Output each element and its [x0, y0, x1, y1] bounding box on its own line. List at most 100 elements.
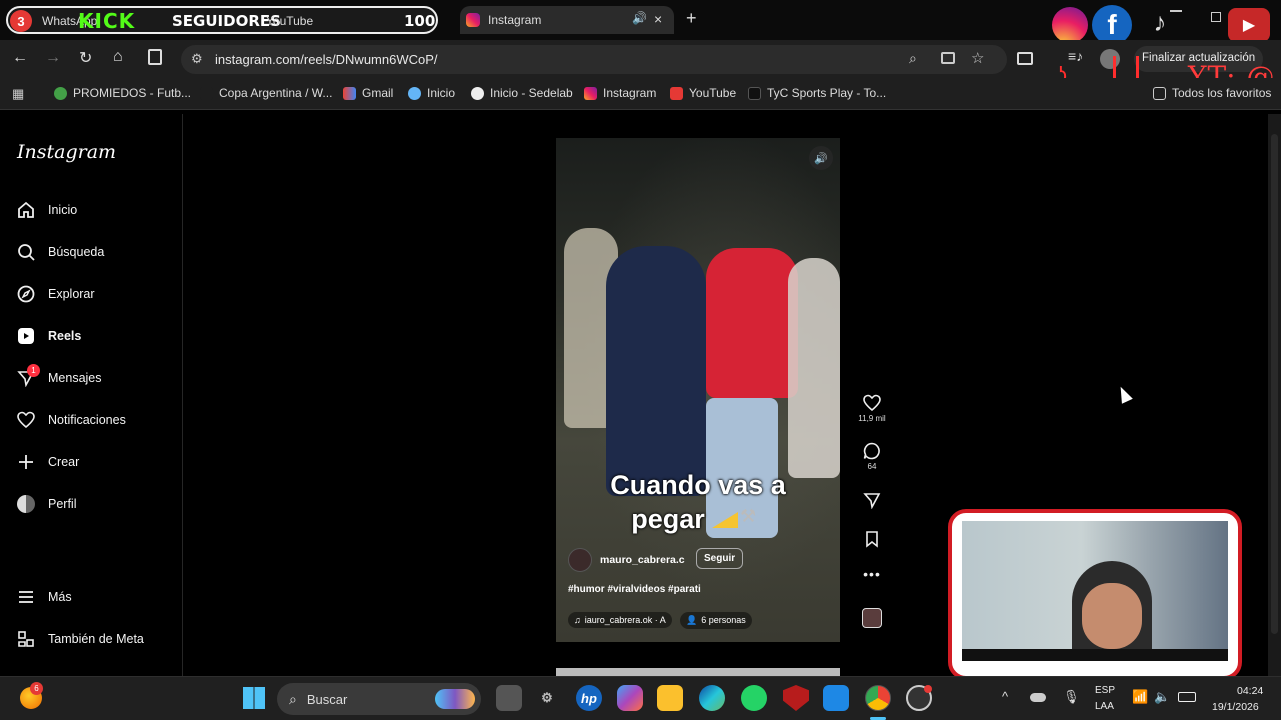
nav-perfil[interactable]: Perfil	[16, 494, 76, 514]
hp-icon[interactable]: hp	[576, 685, 602, 711]
bookmark-youtube[interactable]: YouTube	[670, 86, 736, 100]
bookmark-gmail[interactable]: Gmail	[343, 86, 393, 100]
reload-icon[interactable]: ↻	[79, 48, 92, 68]
chrome-icon[interactable]	[865, 685, 891, 711]
copa-icon	[200, 86, 213, 100]
mute-button[interactable]: 🔊	[809, 146, 833, 170]
taskbar-search[interactable]: ⌕ Buscar	[277, 683, 481, 715]
back-icon[interactable]: ←	[12, 49, 28, 67]
store-icon[interactable]	[823, 685, 849, 711]
nav-meta[interactable]: También de Meta	[16, 629, 144, 649]
youtube-overlay-icon: ▶	[1228, 8, 1270, 42]
task-view-icon[interactable]	[496, 685, 522, 711]
nav-crear[interactable]: Crear	[16, 452, 79, 472]
wifi-icon[interactable]: 📶	[1132, 689, 1148, 705]
plus-icon	[16, 452, 36, 472]
star-icon[interactable]: ☆	[971, 49, 984, 67]
onedrive-icon[interactable]	[1030, 693, 1046, 702]
speaker-icon[interactable]: 🔊	[632, 11, 647, 25]
tab-whatsapp[interactable]: 3 WhatsApp KICK SEGUIDORES YouTube 100	[6, 6, 438, 34]
share-icon[interactable]	[148, 49, 162, 65]
copilot-icon[interactable]	[617, 685, 643, 711]
install-icon[interactable]	[941, 52, 955, 64]
follow-button[interactable]: Seguir	[696, 548, 744, 569]
lang-secondary[interactable]: LAA	[1095, 701, 1114, 712]
share-action[interactable]	[860, 491, 884, 511]
instagram-logo[interactable]: Instagram	[17, 141, 116, 163]
tray-expand-icon[interactable]: ^	[1002, 689, 1008, 704]
people-chip[interactable]: 👤 6 personas	[680, 612, 752, 629]
reel-hashtags[interactable]: #humor #viralvideos #parati	[568, 584, 701, 595]
edge-icon[interactable]	[699, 685, 725, 711]
audio-chip[interactable]: ♫ iauro_cabrera.ok · A	[568, 612, 672, 628]
nav-notificaciones[interactable]: Notificaciones	[16, 410, 126, 430]
close-icon[interactable]: ×	[654, 11, 662, 27]
like-action[interactable]: 11,9 mil	[858, 394, 886, 423]
seguidores-label: SEGUIDORES	[172, 12, 281, 30]
recording-dot	[924, 685, 932, 693]
tab-instagram[interactable]: Instagram 🔊 ×	[460, 6, 674, 34]
whatsapp-icon[interactable]	[741, 685, 767, 711]
antivirus-icon[interactable]	[783, 685, 809, 711]
nav-busqueda[interactable]: Búsqueda	[16, 242, 104, 262]
reel-video[interactable]: 🔊 Cuando vas a pegar ⚒ mauro_cabrera.c S…	[556, 138, 840, 642]
home-icon[interactable]: ⌂	[113, 48, 123, 66]
mouse-cursor-icon	[1115, 384, 1133, 404]
reel-caption-line2: pegar	[631, 504, 705, 534]
save-action[interactable]	[860, 530, 884, 550]
zoom-icon[interactable]: ⌕	[909, 50, 917, 67]
profile-avatar[interactable]	[1100, 49, 1120, 69]
nav-reels[interactable]: Reels	[16, 326, 81, 346]
nav-inicio[interactable]: Inicio	[16, 200, 77, 220]
gmail-icon	[343, 86, 356, 100]
nav-mensajes[interactable]: 1 Mensajes	[16, 364, 102, 388]
author-username[interactable]: mauro_cabrera.c	[600, 554, 685, 566]
messenger-icon: 1	[16, 364, 40, 388]
media-icon[interactable]: ≡♪	[1068, 48, 1083, 64]
nav-mas[interactable]: Más	[16, 587, 72, 607]
page-scrollbar[interactable]	[1268, 114, 1281, 676]
windows-start-icon[interactable]	[243, 687, 265, 709]
scroll-thumb[interactable]	[1271, 134, 1278, 634]
new-tab-button[interactable]: +	[686, 8, 697, 29]
audio-thumbnail[interactable]	[860, 608, 884, 630]
bookmark-sedelab[interactable]: Inicio - Sedelab	[471, 86, 573, 100]
minimize-icon[interactable]	[1170, 10, 1182, 12]
author-avatar[interactable]	[568, 548, 592, 572]
microphone-icon[interactable]: 🎙	[1063, 689, 1080, 705]
clock-time[interactable]: 04:24	[1237, 685, 1263, 697]
promiedos-icon	[54, 86, 67, 100]
app-icon[interactable]: ⚙	[534, 685, 560, 711]
address-text[interactable]: instagram.com/reels/DNwumn6WCoP/	[215, 52, 438, 67]
bookmark-tyc[interactable]: TyC Sports Play - To...	[748, 86, 886, 100]
send-icon	[863, 493, 881, 510]
reel-caption-line1: Cuando vas a	[610, 470, 786, 500]
bookmarks-folder[interactable]: Todos los favoritos	[1153, 86, 1271, 100]
more-action[interactable]: •••	[860, 566, 884, 582]
battery-icon[interactable]	[1178, 692, 1196, 702]
site-info-icon[interactable]: ⚙	[191, 51, 203, 67]
bookmark-inicio[interactable]: Inicio	[408, 86, 455, 100]
browser-toolbar: ← → ↻ ⌂ ⚙ instagram.com/reels/DNwumn6WCo…	[0, 40, 1281, 93]
forward-icon[interactable]: →	[45, 49, 61, 67]
instagram-sidebar: Instagram Inicio Búsqueda Explorar Reels…	[0, 114, 183, 676]
bookmark-promiedos[interactable]: PROMIEDOS - Futb...	[54, 86, 191, 100]
file-explorer-icon[interactable]	[657, 685, 683, 711]
restore-icon[interactable]	[1211, 12, 1221, 22]
bookmark-instagram[interactable]: Instagram	[584, 86, 656, 100]
apps-icon[interactable]: ▦	[12, 86, 24, 102]
lang-primary[interactable]: ESP	[1095, 685, 1115, 696]
tab-search-icon[interactable]	[1017, 52, 1033, 65]
clock-date[interactable]: 19/1/2026	[1212, 701, 1259, 713]
audio-name: iauro_cabrera.ok · A	[584, 615, 666, 625]
tab-youtube-text: YouTube	[266, 14, 314, 28]
youtube-icon	[670, 86, 683, 100]
volume-icon[interactable]: 🔈	[1154, 689, 1170, 705]
bookmark-copa-argentina[interactable]: Copa Argentina / W...	[200, 86, 332, 100]
nav-explorar[interactable]: Explorar	[16, 284, 95, 304]
bookmarks-bar: ▦ PROMIEDOS - Futb... Copa Argentina / W…	[0, 78, 1281, 110]
webcam-feed	[962, 521, 1228, 661]
widgets-badge: 6	[30, 682, 43, 695]
address-bar[interactable]: ⚙ instagram.com/reels/DNwumn6WCoP/ ⌕ ☆	[181, 45, 1007, 74]
comment-action[interactable]: 64	[860, 442, 884, 471]
